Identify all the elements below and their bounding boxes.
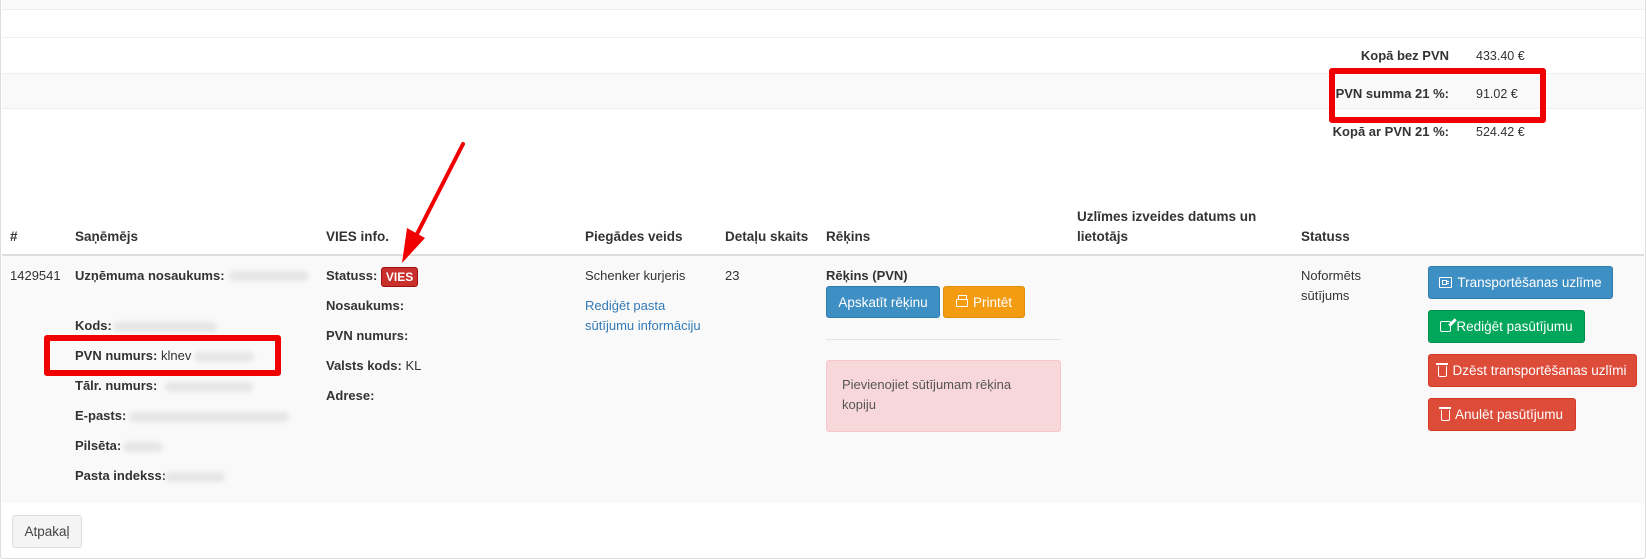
delete-transport-label-button[interactable]: Dzēst transportēšanas uzlīmi xyxy=(1428,354,1637,387)
recipient-code-label: Kods: xyxy=(75,318,112,333)
recipient-company-label: Uzņēmuma nosaukums: xyxy=(75,268,225,283)
invoice-alert-line1: Pievienojiet sūtījumam rēķina xyxy=(842,377,1012,392)
edit-shipping-info-link[interactable]: Rediģēt pasta sūtījumu informāciju xyxy=(585,296,701,336)
back-button[interactable]: Atpakaļ xyxy=(12,515,82,548)
print-invoice-label: Printēt xyxy=(972,294,1013,310)
divider xyxy=(2,9,1644,10)
col-header-label-date: Uzlīmes izveides datums un xyxy=(1077,209,1257,224)
transport-label-text: Transportēšanas uzlīme xyxy=(1457,275,1602,290)
recipient-city-label: Pilsēta: xyxy=(75,438,122,453)
col-header-status: Statuss xyxy=(1301,229,1350,244)
back-button-label: Atpakaļ xyxy=(24,524,70,539)
vies-status-label: Statuss: xyxy=(326,268,378,283)
redacted-email xyxy=(129,412,289,422)
view-invoice-label: Apskatīt rēķinu xyxy=(838,294,928,310)
delivery-carrier: Schenker kurjeris xyxy=(585,268,686,283)
print-invoice-button[interactable]: Printēt xyxy=(943,286,1025,318)
top-stripe xyxy=(2,0,1644,9)
vies-vat-label: PVN numurs: xyxy=(326,328,409,343)
col-header-invoice: Rēķins xyxy=(826,229,871,244)
vies-status-row: Statuss: VIES xyxy=(326,266,419,287)
edit-order-text: Rediģēt pasūtījumu xyxy=(1456,319,1573,334)
parts-count: 23 xyxy=(725,268,740,283)
order-status-line1: Noformēts xyxy=(1301,268,1361,283)
col-header-label-user: lietotājs xyxy=(1077,229,1129,244)
vat-amount-highlight xyxy=(1329,68,1546,123)
total-with-vat-label: Kopā ar PVN 21 %: xyxy=(1332,124,1449,139)
redacted-city xyxy=(123,442,163,452)
vat-number-highlight xyxy=(44,335,281,376)
redacted-postcode xyxy=(165,472,225,482)
order-status-line2: sūtījums xyxy=(1301,288,1350,303)
invoice-separator xyxy=(826,339,1061,340)
invoice-alert-line2: kopiju xyxy=(842,397,876,412)
recipient-postcode-label: Pasta indekss: xyxy=(75,468,167,483)
vies-country-value: KL xyxy=(405,358,422,373)
order-panel: Kopā bez PVN 433.40 € PVN summa 21 %: 91… xyxy=(0,0,1646,559)
print-icon xyxy=(955,295,968,307)
edit-icon xyxy=(1440,321,1452,332)
vies-name-label: Nosaukums: xyxy=(326,298,405,313)
recipient-phone-label: Tālr. numurs: xyxy=(75,378,158,393)
transport-label-button[interactable]: Transportēšanas uzlīme xyxy=(1428,266,1613,299)
trash-icon xyxy=(1436,363,1449,377)
delete-transport-label-text: Dzēst transportēšanas uzlīmi xyxy=(1452,363,1627,378)
id-card-icon xyxy=(1439,277,1453,288)
redacted-code xyxy=(113,322,217,332)
vies-address-label: Adrese: xyxy=(326,388,375,403)
vies-country-label: Valsts kods: xyxy=(326,358,402,373)
col-header-delivery: Piegādes veids xyxy=(585,229,683,244)
total-without-vat-value: 433.40 € xyxy=(1476,49,1525,63)
edit-shipping-info-line2[interactable]: sūtījumu informāciju xyxy=(585,316,701,336)
col-header-vies: VIES info. xyxy=(326,229,390,244)
view-invoice-button[interactable]: Apskatīt rēķinu xyxy=(826,286,940,318)
edit-shipping-info-line1[interactable]: Rediģēt pasta xyxy=(585,296,701,316)
total-without-vat-label: Kopā bez PVN xyxy=(1360,48,1449,63)
edit-order-button[interactable]: Rediģēt pasūtījumu xyxy=(1428,310,1585,343)
col-header-parts: Detaļu skaits xyxy=(725,229,809,244)
order-id: 1429541 xyxy=(10,268,61,283)
redacted-phone xyxy=(165,382,253,392)
cancel-order-text: Anulēt pasūtījumu xyxy=(1454,407,1564,422)
vies-status-badge: VIES xyxy=(380,266,419,287)
vies-country-row: Valsts kods: KL xyxy=(326,356,421,376)
invoice-title: Rēķins (PVN) xyxy=(826,268,908,283)
total-with-vat-value: 524.42 € xyxy=(1476,125,1525,139)
recipient-email-label: E-pasts: xyxy=(75,408,127,423)
invoice-copy-alert: Pievienojiet sūtījumam rēķina kopiju xyxy=(826,360,1061,432)
col-header-recipient: Saņēmējs xyxy=(75,229,139,244)
table-row xyxy=(2,256,1644,503)
col-header-number: # xyxy=(10,229,18,244)
cancel-order-button[interactable]: Anulēt pasūtījumu xyxy=(1428,398,1576,431)
divider xyxy=(2,37,1644,38)
trash-icon xyxy=(1438,407,1451,421)
redacted-company xyxy=(229,271,309,281)
